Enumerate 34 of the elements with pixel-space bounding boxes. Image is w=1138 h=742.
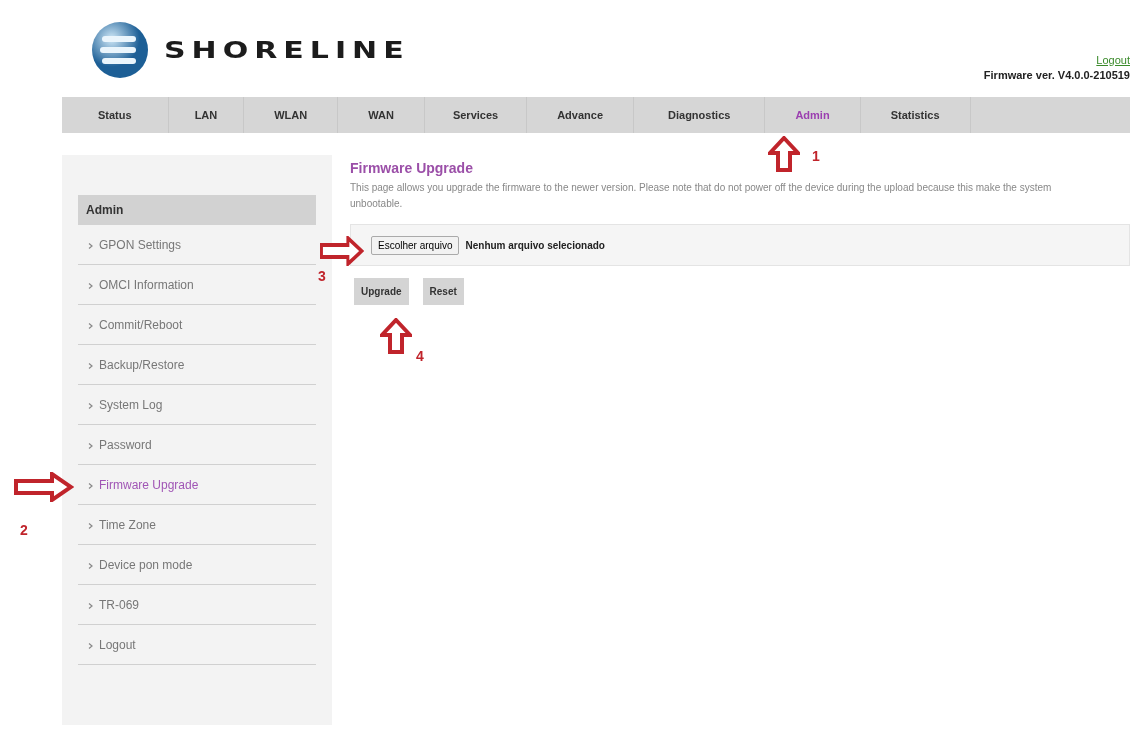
form-button[interactable]: Upgrade [354,278,409,305]
sidebar-title: Admin [78,195,316,225]
nav-tab[interactable]: Diagnostics [634,97,766,133]
sidebar-item[interactable]: Backup/Restore [78,345,316,385]
firmware-version: Firmware ver. V4.0.0-210519 [983,69,1130,81]
logout-link[interactable]: Logout [1096,54,1130,66]
sidebar-item[interactable]: Time Zone [78,505,316,545]
page-description: This page allows you upgrade the firmware to the newer version. Please note that do not power off the device during the upload because this make the system unbootable. [350,181,1053,211]
page-title: Firmware Upgrade [350,160,474,176]
nav-tab[interactable]: WLAN [244,97,339,133]
sidebar-item[interactable]: Logout [78,625,316,665]
nav-tab[interactable]: WAN [338,97,425,133]
step-number: 2 [20,522,28,538]
sidebar-item[interactable]: Firmware Upgrade [78,465,316,505]
sidebar-item[interactable]: GPON Settings [78,225,316,265]
form-button[interactable]: Reset [422,278,464,305]
nav-tab[interactable]: Advance [527,97,635,133]
sidebar-item[interactable]: System Log [78,385,316,425]
nav-tab[interactable]: Admin [765,97,861,133]
nav-tab[interactable]: LAN [168,97,245,133]
sidebar-item[interactable]: Password [78,425,316,465]
sidebar-item[interactable]: OMCI Information [78,265,316,305]
step-number: 1 [812,148,820,164]
choose-file-button[interactable]: Escolher arquivo [371,235,460,255]
sidebar-item[interactable]: Commit/Reboot [78,305,316,345]
nav-tab[interactable]: Statistics [860,97,971,133]
nav-tab[interactable]: Status [62,97,169,133]
nav-tab[interactable]: Services [424,97,528,133]
sidebar-item[interactable]: TR-069 [78,585,316,625]
file-status: Nenhum arquivo selecionado [465,239,605,251]
sidebar-item[interactable]: Device pon mode [78,545,316,585]
step-number: 3 [318,268,326,284]
step-number: 4 [416,348,424,364]
brand-name: SHORELINE [164,36,410,64]
